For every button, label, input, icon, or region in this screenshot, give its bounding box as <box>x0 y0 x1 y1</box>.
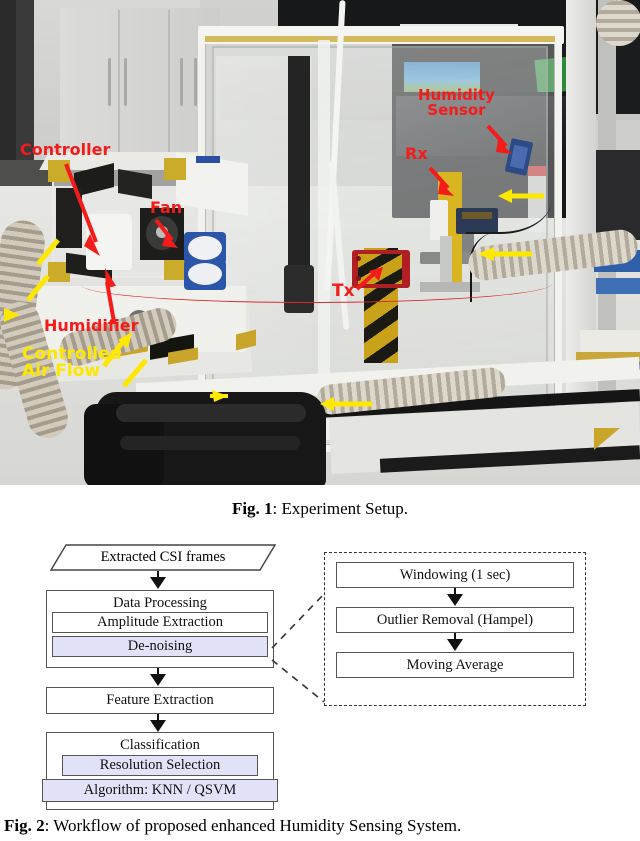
annotation-humidity-sensor: Humidity Sensor <box>418 86 495 120</box>
figure1-caption-label: Fig. 1 <box>231 499 273 518</box>
air-hose <box>596 0 640 46</box>
flow-substep-de-noising[interactable]: De-noising <box>52 636 268 657</box>
figure1-caption-text: Experiment Setup. <box>281 499 409 518</box>
annotation-controller: Controller <box>20 140 111 159</box>
flow-stage-title: Data Processing <box>113 595 207 611</box>
figure1-caption-sep: : <box>272 499 282 518</box>
flow-input-label: Extracted CSI frames <box>100 549 226 565</box>
flow-stage-title: Feature Extraction <box>106 692 214 708</box>
flow-detail-label: Moving Average <box>406 656 504 673</box>
airflow-arrow-icon <box>496 188 546 204</box>
flow-detail-step-outlier-removal: Outlier Removal (Hampel) <box>336 607 574 633</box>
blue-container-lid <box>188 236 222 260</box>
corner-bracket <box>164 158 186 180</box>
annotation-tx: Tx <box>332 281 355 301</box>
black-tube <box>288 56 310 286</box>
dark-column-inner <box>16 0 34 160</box>
flow-stage-feature-extraction: Feature Extraction <box>46 687 274 714</box>
airflow-arrow-icon <box>34 238 62 268</box>
flow-detail-label: Windowing (1 sec) <box>399 566 511 583</box>
cabinet-handle <box>180 58 183 106</box>
dark-equipment <box>596 150 640 240</box>
flow-substep-label: De-noising <box>127 638 193 654</box>
airflow-arrow-icon <box>476 246 534 262</box>
figure1-caption: Fig. 1: Experiment Setup. <box>0 499 640 519</box>
airflow-arrow-icon <box>120 354 154 390</box>
flow-detail-step-moving-average: Moving Average <box>336 652 574 678</box>
airflow-arrow-icon <box>2 306 24 324</box>
figure-page: Controller Fan Humidifier Controlled Air… <box>0 0 640 841</box>
blue-tape <box>196 156 220 163</box>
flow-substep-amplitude-extraction: Amplitude Extraction <box>52 612 268 633</box>
arrow-humidity-sensor <box>486 124 522 160</box>
chair-highlight <box>120 436 300 450</box>
flow-substep-algorithm[interactable]: Algorithm: KNN / QSVM <box>42 779 278 802</box>
flow-detail-step-windowing: Windowing (1 sec) <box>336 562 574 588</box>
chamber-tape <box>205 36 555 42</box>
gold-corner <box>594 428 620 450</box>
chair-highlight <box>116 404 306 422</box>
tx-screw <box>356 256 361 261</box>
figure2-caption-label: Fig. 2 <box>4 816 45 835</box>
arrow-humidifier <box>98 266 132 324</box>
annotation-rx: Rx <box>405 144 428 163</box>
airflow-arrow-icon <box>206 388 230 404</box>
arrow-tx <box>355 265 385 295</box>
flow-detail-connector <box>268 588 328 711</box>
flow-substep-label: Resolution Selection <box>99 757 221 773</box>
figure2-caption-sep: : <box>44 816 54 835</box>
annotation-fan: Fan <box>150 198 183 217</box>
figure2-caption-text: Workflow of proposed enhanced Humidity S… <box>53 816 462 835</box>
flow-input-extracted-csi-frames: Extracted CSI frames <box>50 544 276 571</box>
workflow-diagram: Extracted CSI frames Data Processing Amp… <box>0 536 640 816</box>
arrow-rx <box>428 166 464 200</box>
blue-box <box>596 278 640 294</box>
figure2-caption: Fig. 2: Workflow of proposed enhanced Hu… <box>0 816 640 836</box>
flow-substep-resolution-selection[interactable]: Resolution Selection <box>62 755 258 776</box>
cabinet-handle <box>124 58 127 106</box>
cabinet-handle <box>194 58 197 106</box>
experiment-setup-photo: Controller Fan Humidifier Controlled Air… <box>0 0 640 485</box>
cabinet-handle <box>108 58 111 106</box>
airflow-arrow-icon <box>318 396 374 412</box>
flow-substep-label: Algorithm: KNN / QSVM <box>83 782 237 798</box>
rx-housing <box>430 200 448 240</box>
airflow-arrow-icon <box>24 274 52 304</box>
flow-stage-title: Classification <box>120 737 200 753</box>
arrow-fan <box>152 218 192 252</box>
flow-substep-label: Amplitude Extraction <box>96 614 224 630</box>
arrow-controller <box>60 160 120 270</box>
flow-detail-label: Outlier Removal (Hampel) <box>376 611 534 628</box>
